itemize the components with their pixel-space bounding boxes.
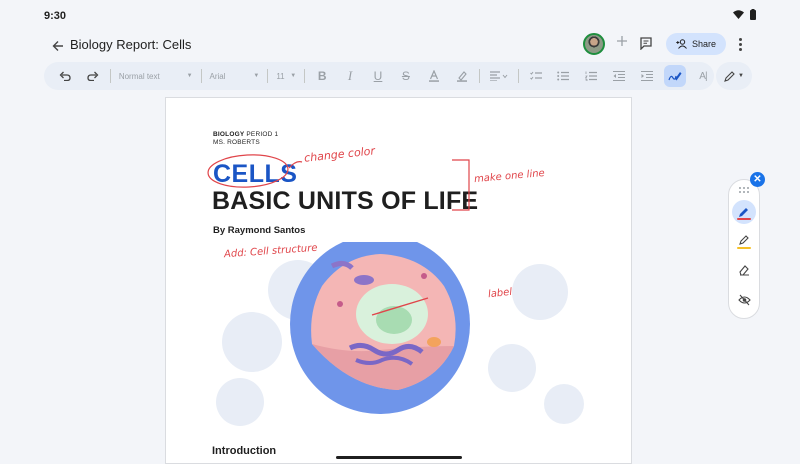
undo-icon <box>59 71 71 81</box>
add-collaborator-button[interactable] <box>614 35 630 51</box>
clear-format-icon: A| <box>699 70 707 82</box>
battery-icon <box>750 9 756 20</box>
bulleted-list-icon <box>557 71 570 81</box>
highlight-icon <box>456 71 467 82</box>
decrease-indent-icon <box>613 71 626 81</box>
increase-indent-button[interactable] <box>636 65 658 87</box>
handwriting-button[interactable] <box>664 65 686 87</box>
more-options-button[interactable] <box>734 36 746 52</box>
marker-pen-tool[interactable] <box>732 200 756 224</box>
underline-icon: U <box>373 69 383 83</box>
text-color-button[interactable] <box>423 65 445 87</box>
annotation-change-color: change color <box>303 144 376 165</box>
share-label: Share <box>691 39 717 49</box>
eraser-tool[interactable] <box>732 258 756 282</box>
hide-annotations-icon <box>737 294 751 306</box>
status-icons <box>733 9 756 20</box>
class-name: BIOLOGY <box>213 131 245 138</box>
strikethrough-button[interactable]: S <box>395 65 417 87</box>
teacher-name: MS. ROBERTS <box>213 139 260 146</box>
wifi-icon <box>733 10 744 19</box>
back-button[interactable] <box>48 36 68 56</box>
decrease-indent-button[interactable] <box>608 65 630 87</box>
comment-icon <box>640 37 652 51</box>
bold-icon: B <box>317 69 327 83</box>
clear-format-button[interactable]: A| <box>692 65 714 87</box>
formatting-toolbar: Normal text ▼ Arial ▼ 11 ▼ B I U S A| <box>44 62 714 90</box>
document-title-heading: CELLS <box>213 160 298 188</box>
marker-pen-icon <box>739 208 748 217</box>
italic-icon: I <box>347 68 353 83</box>
paragraph-style-dropdown[interactable]: Normal text ▼ <box>115 65 197 87</box>
dropdown-caret-icon: ▼ <box>738 73 744 79</box>
numbered-list-icon <box>585 71 598 81</box>
arrow-back-icon <box>52 41 63 51</box>
handwriting-icon <box>668 72 682 81</box>
numbered-list-button[interactable] <box>580 65 602 87</box>
highlighter-icon <box>739 235 749 245</box>
class-period-line: BIOLOGY PERIOD 1 <box>213 131 278 138</box>
comment-button[interactable] <box>639 36 655 52</box>
divider <box>517 69 519 83</box>
pen-options-dropdown[interactable]: ▼ <box>716 62 752 90</box>
align-button[interactable] <box>484 65 514 87</box>
divider <box>109 69 111 83</box>
font-size-dropdown[interactable]: 11 ▼ <box>272 65 300 87</box>
author-line: By Raymond Santos <box>213 225 306 236</box>
status-bar: 9:30 <box>0 0 800 32</box>
pen-color-swatch <box>737 218 751 220</box>
redo-icon <box>87 71 99 81</box>
add-person-icon <box>676 39 687 49</box>
highlight-button[interactable] <box>451 65 473 87</box>
eraser-icon <box>739 265 749 276</box>
hide-annotations-tool[interactable] <box>732 288 756 312</box>
style-label: Normal text <box>118 71 160 81</box>
bold-button[interactable]: B <box>311 65 333 87</box>
font-size-label: 11 <box>276 71 285 81</box>
divider <box>478 69 480 83</box>
checklist-button[interactable] <box>525 65 547 87</box>
underline-button[interactable]: U <box>367 65 389 87</box>
strikethrough-icon: S <box>401 69 410 83</box>
share-button[interactable]: Share <box>666 33 726 55</box>
pen-tools-panel <box>728 179 760 319</box>
class-period: PERIOD 1 <box>244 131 279 138</box>
introduction-heading: Introduction <box>212 445 277 457</box>
align-icon <box>489 71 507 81</box>
drag-handle-icon[interactable] <box>739 187 749 193</box>
document-page[interactable]: BIOLOGY PERIOD 1 MS. ROBERTS CELLS BASIC… <box>165 97 632 464</box>
text-color-icon <box>428 70 439 82</box>
pen-icon <box>724 70 735 82</box>
font-dropdown[interactable]: Arial ▼ <box>206 65 264 87</box>
dropdown-caret-icon: ▼ <box>290 73 297 79</box>
highlighter-color-swatch <box>737 247 751 249</box>
avatar[interactable] <box>583 33 605 55</box>
dropdown-caret-icon: ▼ <box>186 73 193 79</box>
more-vert-icon <box>738 37 742 41</box>
font-label: Arial <box>209 71 226 81</box>
checklist-icon <box>529 71 542 80</box>
dropdown-caret-icon: ▼ <box>253 73 260 79</box>
close-icon: ✕ <box>753 174 762 185</box>
document-subtitle: BASIC UNITS OF LIFE <box>212 187 479 215</box>
plus-icon <box>617 36 627 46</box>
divider <box>304 69 306 83</box>
divider <box>200 69 202 83</box>
cell-illustration <box>212 242 588 426</box>
italic-button[interactable]: I <box>339 65 361 87</box>
divider <box>267 69 269 83</box>
redo-button[interactable] <box>82 65 104 87</box>
document-title: Biology Report: Cells <box>70 37 192 52</box>
bulleted-list-button[interactable] <box>552 65 574 87</box>
undo-button[interactable] <box>54 65 76 87</box>
app-bar: Biology Report: Cells Share <box>0 32 800 60</box>
gesture-handle[interactable] <box>336 456 462 459</box>
increase-indent-icon <box>641 71 654 81</box>
close-panel-button[interactable]: ✕ <box>750 172 765 187</box>
annotation-make-one-line: make one line <box>473 167 546 186</box>
status-time: 9:30 <box>44 10 67 22</box>
